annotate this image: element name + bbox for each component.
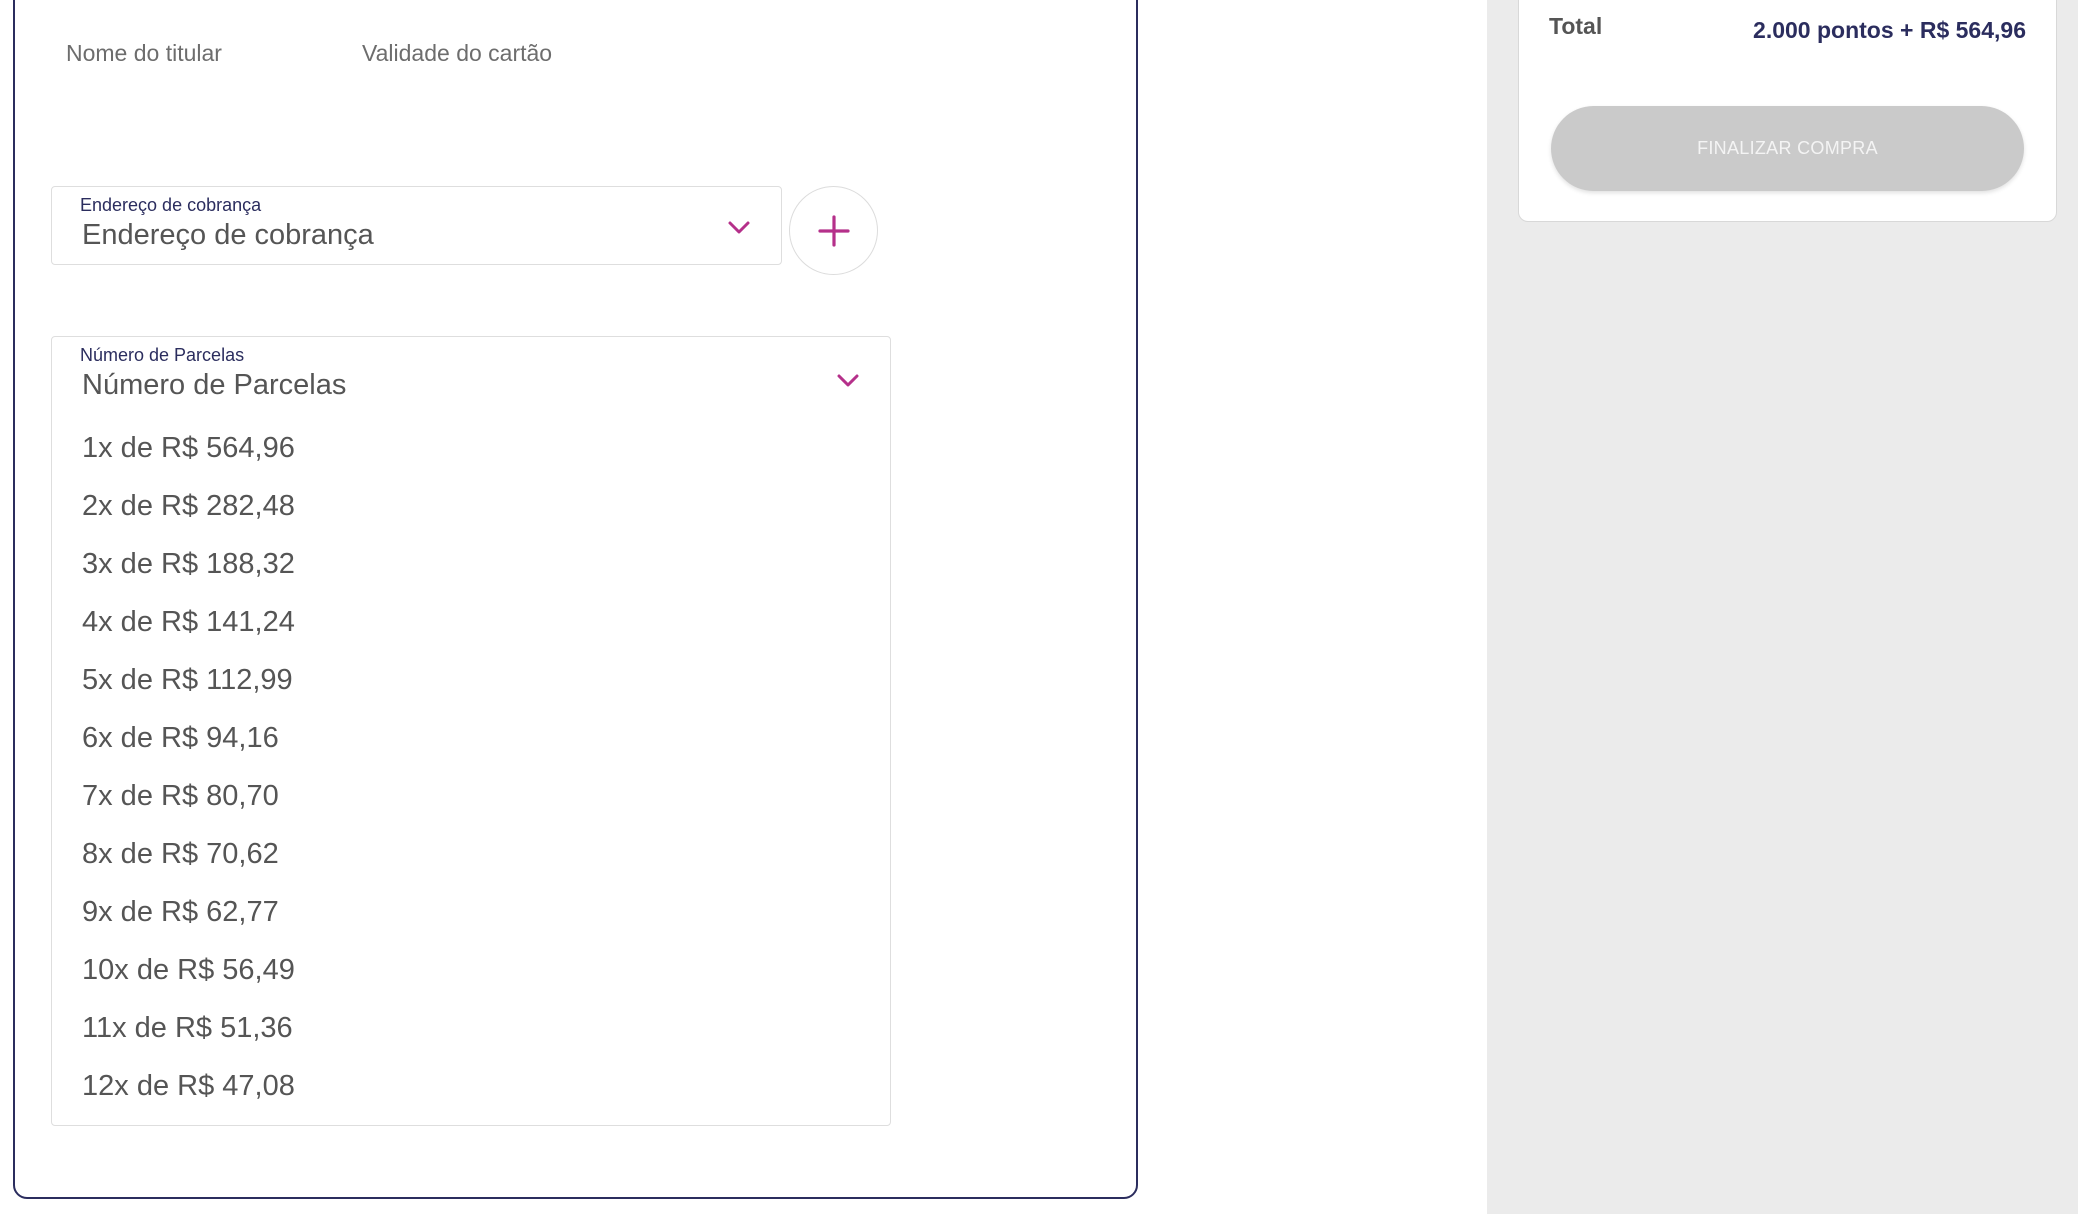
billing-address-select[interactable]: Endereço de cobrança Endereço de cobranç… (51, 186, 782, 265)
installment-option[interactable]: 12x de R$ 47,08 (82, 1057, 295, 1115)
installment-option[interactable]: 8x de R$ 70,62 (82, 825, 295, 883)
finalize-purchase-button[interactable]: FINALIZAR COMPRA (1551, 106, 2024, 191)
billing-address-floating-label: Endereço de cobrança (80, 195, 262, 215)
add-billing-address-button[interactable] (789, 186, 878, 275)
installment-option[interactable]: 3x de R$ 188,32 (82, 535, 295, 593)
total-value: 2.000 pontos + R$ 564,96 (1753, 17, 2026, 43)
installment-option[interactable]: 7x de R$ 80,70 (82, 767, 295, 825)
installment-option[interactable]: 10x de R$ 56,49 (82, 941, 295, 999)
installment-option[interactable]: 6x de R$ 94,16 (82, 709, 295, 767)
plus-icon (818, 215, 850, 247)
total-label: Total (1549, 13, 1603, 39)
billing-address-value: Endereço de cobrança (82, 219, 374, 251)
chevron-down-icon[interactable] (836, 373, 860, 389)
card-validity-label[interactable]: Validade do cartão (362, 40, 552, 67)
installments-option-list: 1x de R$ 564,96 2x de R$ 282,48 3x de R$… (82, 419, 295, 1115)
installment-option[interactable]: 5x de R$ 112,99 (82, 651, 295, 709)
installments-value: Número de Parcelas (82, 369, 347, 401)
installments-floating-label: Número de Parcelas (80, 345, 245, 365)
installments-select[interactable]: Número de Parcelas Número de Parcelas 1x… (51, 336, 891, 1126)
installment-option[interactable]: 1x de R$ 564,96 (82, 419, 295, 477)
checkout-page: Nome do titular Validade do cartão Ender… (0, 0, 2078, 1214)
installment-option[interactable]: 11x de R$ 51,36 (82, 999, 295, 1057)
installment-option[interactable]: 9x de R$ 62,77 (82, 883, 295, 941)
holder-name-label[interactable]: Nome do titular (66, 40, 222, 67)
chevron-down-icon[interactable] (727, 220, 751, 236)
installment-option[interactable]: 4x de R$ 141,24 (82, 593, 295, 651)
order-summary-card: Total 2.000 pontos + R$ 564,96 FINALIZAR… (1518, 0, 2057, 222)
installment-option[interactable]: 2x de R$ 282,48 (82, 477, 295, 535)
